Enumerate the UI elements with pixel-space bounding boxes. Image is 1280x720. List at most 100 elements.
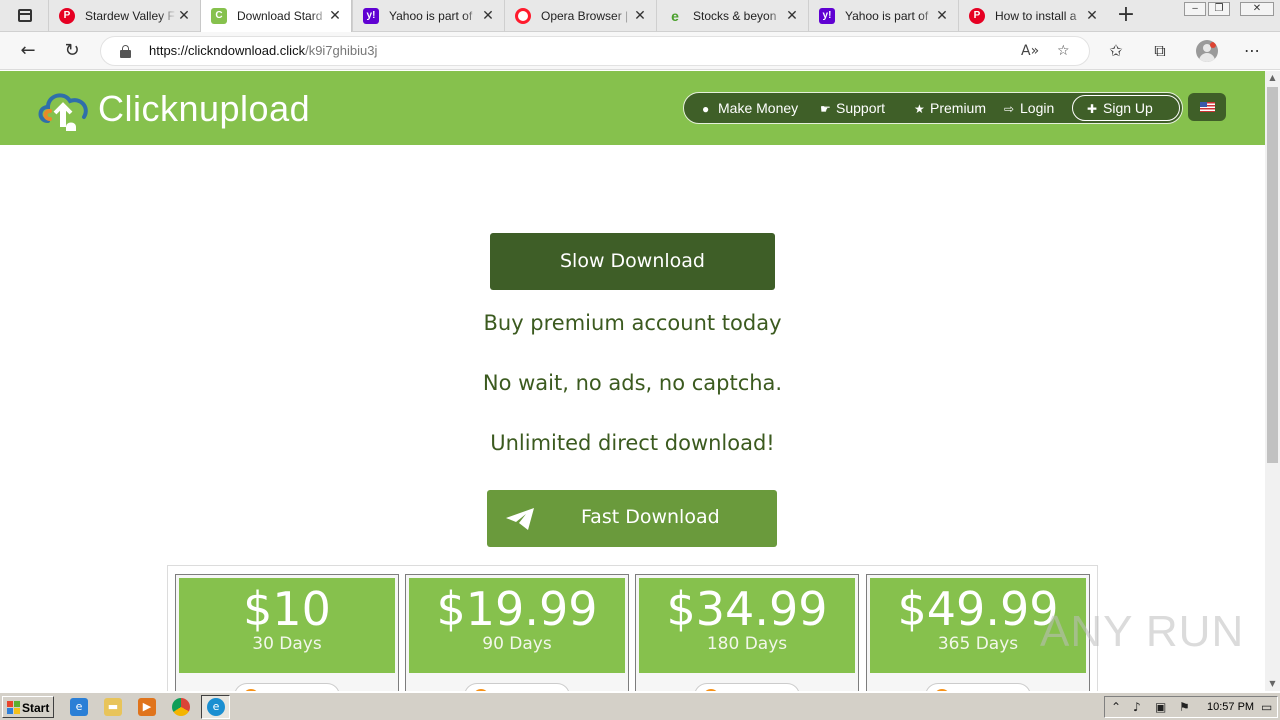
tab-actions-menu-icon[interactable]	[8, 6, 40, 26]
anyrun-watermark: ANY RUN	[1040, 607, 1245, 656]
bitcoin-icon	[473, 689, 489, 691]
tab-title: Yahoo is part of	[845, 9, 937, 23]
windows-taskbar: Start e ▬ ▶ e ⌃ ♪ ▣ ⚑ 10:57 PM ▭	[0, 692, 1280, 720]
slow-download-button[interactable]: Slow Download	[490, 233, 775, 290]
nav-premium[interactable]: ★ Premium	[914, 100, 986, 116]
internet-explorer-icon[interactable]: e	[70, 698, 88, 716]
pricing-plans: $10 30 Days $19.99 90 Days $34.99 180 Da…	[167, 565, 1098, 691]
bitcoin-pay-button[interactable]	[464, 683, 570, 691]
site-header: Clicknupload ● Make Money ☛ Support ★ Premi…	[0, 71, 1265, 145]
scroll-down-arrow-icon[interactable]: ▼	[1265, 677, 1280, 691]
refresh-icon[interactable]: ↻	[60, 39, 84, 63]
media-player-icon[interactable]: ▶	[138, 698, 156, 716]
tab-strip: P Stardew Valley F ✕ C Download Stard ✕ …	[0, 0, 1280, 32]
nav-support[interactable]: ☛ Support	[820, 100, 885, 116]
back-arrow-icon[interactable]: ←	[16, 39, 40, 63]
close-tab-icon[interactable]: ✕	[632, 7, 648, 23]
user-plus-icon: ✚	[1087, 102, 1098, 116]
read-aloud-icon[interactable]: A»	[1021, 43, 1039, 59]
close-window-button[interactable]: ✕	[1240, 2, 1274, 16]
file-explorer-icon[interactable]: ▬	[104, 698, 122, 716]
bitcoin-pay-button[interactable]	[234, 683, 340, 691]
star-icon: ★	[914, 102, 925, 116]
signup-button[interactable]: ✚ Sign Up	[1072, 95, 1180, 121]
nav-login[interactable]: ⇨ Login	[1004, 100, 1054, 116]
close-tab-icon[interactable]: ✕	[784, 7, 800, 23]
plan-card-30-days[interactable]: $10 30 Days	[175, 574, 399, 691]
lock-icon[interactable]	[120, 45, 131, 58]
chrome-icon[interactable]	[172, 698, 190, 716]
tab-title: Opera Browser |	[541, 9, 633, 23]
taskbar-edge-button[interactable]: e	[201, 695, 230, 719]
yahoo-icon: y!	[363, 8, 379, 24]
telegram-plane-icon	[506, 508, 534, 530]
bitcoin-pay-button[interactable]	[694, 683, 800, 691]
start-button[interactable]: Start	[2, 696, 54, 718]
bitcoin-pay-button[interactable]	[925, 683, 1031, 691]
us-flag-icon	[1200, 102, 1215, 112]
minimize-window-button[interactable]: ‒	[1184, 2, 1206, 16]
browser-toolbar: ← ↻ https://clickndownload.click/k9i7ghi…	[0, 32, 1280, 70]
address-bar[interactable]: https://clickndownload.click/k9i7ghibiu3…	[100, 36, 1090, 66]
tab-title: Download Stard	[237, 9, 329, 23]
tab-title: Stocks & beyon	[693, 9, 785, 23]
volume-icon[interactable]: ♪	[1133, 700, 1141, 714]
login-icon: ⇨	[1004, 102, 1015, 116]
money-bag-icon: ●	[702, 102, 710, 116]
pinterest-icon: P	[969, 8, 985, 24]
plan-price: $19.99	[436, 582, 598, 636]
tab-title: How to install a	[995, 9, 1087, 23]
cloud-upload-icon	[38, 93, 88, 131]
fast-download-button[interactable]: Fast Download	[487, 490, 777, 547]
restore-window-button[interactable]: ❐	[1208, 2, 1230, 16]
pinterest-icon: P	[59, 8, 75, 24]
url-text[interactable]: https://clickndownload.click/k9i7ghibiu3…	[149, 43, 377, 58]
tab-title: Stardew Valley F	[85, 9, 177, 23]
tab-stocks[interactable]: e Stocks & beyon ✕	[656, 0, 808, 32]
system-tray: ⌃ ♪ ▣ ⚑ 10:57 PM ▭	[1104, 696, 1278, 718]
tab-how-to-install[interactable]: P How to install a ✕	[958, 0, 1108, 32]
tab-download-stardew[interactable]: C Download Stard ✕	[200, 0, 352, 32]
taskbar-clock[interactable]: 10:57 PM	[1207, 701, 1254, 713]
edge-icon: e	[207, 698, 225, 716]
network-icon[interactable]: ▣	[1155, 700, 1166, 714]
etrade-icon: e	[671, 8, 679, 24]
plan-card-90-days[interactable]: $19.99 90 Days	[405, 574, 629, 691]
tab-yahoo-2[interactable]: y! Yahoo is part of ✕	[808, 0, 958, 32]
more-options-icon[interactable]: ⋯	[1241, 40, 1263, 62]
promo-line-1: Buy premium account today	[483, 311, 782, 335]
handshake-icon: ☛	[820, 102, 831, 116]
logo-text: Clicknupload	[98, 88, 311, 129]
opera-icon	[515, 8, 531, 24]
tab-opera[interactable]: Opera Browser | ✕	[504, 0, 656, 32]
scrollbar-thumb[interactable]	[1267, 87, 1278, 463]
scroll-up-arrow-icon[interactable]: ▲	[1265, 71, 1280, 85]
close-tab-icon[interactable]: ✕	[934, 7, 950, 23]
collections-icon[interactable]: ⧉	[1149, 40, 1171, 62]
windows-logo-icon	[7, 701, 20, 714]
profile-avatar[interactable]	[1196, 40, 1218, 62]
close-tab-icon[interactable]: ✕	[327, 7, 343, 23]
page-scrollbar[interactable]: ▲ ▼	[1265, 71, 1280, 691]
nav-signup: ✚ Sign Up	[1087, 100, 1153, 116]
favorites-icon[interactable]: ✩	[1105, 40, 1127, 62]
add-favorite-icon[interactable]: ☆	[1057, 43, 1070, 59]
tab-stardew-valley[interactable]: P Stardew Valley F ✕	[48, 0, 200, 32]
promo-line-2: No wait, no ads, no captcha.	[482, 371, 783, 395]
plan-card-180-days[interactable]: $34.99 180 Days	[635, 574, 859, 691]
nav-make-money[interactable]: ● Make Money	[702, 100, 798, 116]
plan-price: $10	[243, 582, 331, 636]
clicknupload-icon: C	[211, 8, 227, 24]
close-tab-icon[interactable]: ✕	[176, 7, 192, 23]
language-selector[interactable]	[1188, 93, 1226, 121]
plan-duration: 30 Days	[252, 634, 322, 654]
site-logo[interactable]: Clicknupload	[36, 83, 316, 135]
show-desktop-icon[interactable]: ▭	[1261, 700, 1272, 714]
tray-expand-icon[interactable]: ⌃	[1111, 700, 1121, 714]
tab-yahoo-1[interactable]: y! Yahoo is part of ✕	[352, 0, 504, 32]
close-tab-icon[interactable]: ✕	[1084, 7, 1100, 23]
new-tab-button[interactable]: +	[1114, 4, 1138, 28]
close-tab-icon[interactable]: ✕	[480, 7, 496, 23]
fast-download-label: Fast Download	[581, 506, 720, 528]
flag-notification-icon[interactable]: ⚑	[1179, 700, 1190, 714]
